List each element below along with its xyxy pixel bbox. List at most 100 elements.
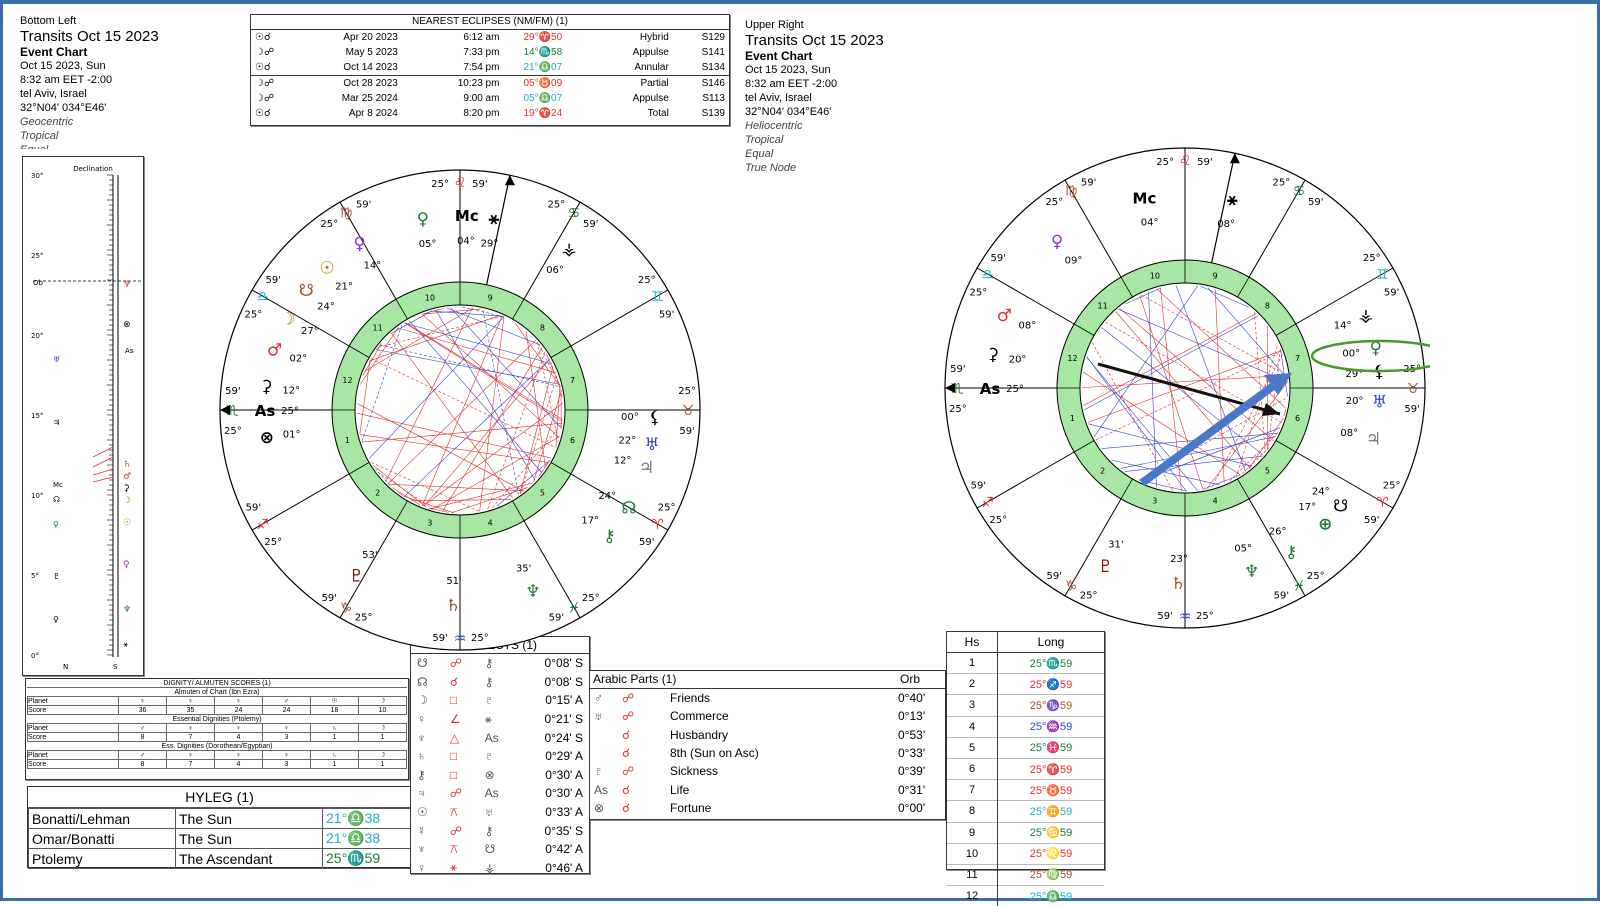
planet-glyph[interactable]: ☋ <box>1333 496 1348 516</box>
planet-glyph[interactable]: ⚶ <box>1359 306 1373 326</box>
eclipse-row[interactable]: ☉☌ Oct 14 2023 7:54 pm 21°♎07 Annular S1… <box>251 60 729 76</box>
aspect-row[interactable]: ♃ ☍ As 0°30' A <box>411 784 589 803</box>
arabic-parts-panel[interactable]: Arabic Parts (1) Orb ♂ ☍ Friends 0°40'♅ … <box>589 670 946 820</box>
right-chart-wheel[interactable]: 125°♏59'225°♐59'325°♑59'425°♒59'525°♓59'… <box>940 143 1430 633</box>
planet-glyph[interactable]: ♀ <box>353 234 365 254</box>
hyleg-row[interactable]: Bonatti/Lehman The Sun 21°♎38 <box>29 809 411 829</box>
arabic-planet: ♂ <box>590 689 618 707</box>
aspect-row[interactable]: ♄ □ ♇ 0°29' A <box>411 747 589 766</box>
house-row[interactable]: 1 25°♏59 <box>947 653 1104 674</box>
eclipse-row[interactable]: ☉☌ Apr 8 2024 8:20 pm 19°♈24 Total S139 <box>251 106 729 121</box>
planet-glyph[interactable]: ♄ <box>1171 574 1186 594</box>
arabic-name: 8th (Sun on Asc) <box>666 744 894 762</box>
house-row[interactable]: 5 25°♓59 <box>947 737 1104 758</box>
house-row[interactable]: 2 25°♐59 <box>947 674 1104 695</box>
planet-glyph[interactable]: ⚳ <box>987 345 999 365</box>
planet-glyph[interactable]: ☊ <box>621 499 636 519</box>
planet-glyph[interactable]: ♆ <box>1244 562 1259 582</box>
houses-panel[interactable]: Hs Long 1 25°♏592 25°♐593 25°♑594 25°♒59… <box>946 631 1105 870</box>
planet-glyph[interactable]: ♆ <box>525 582 540 602</box>
house-row[interactable]: 4 25°♒59 <box>947 716 1104 737</box>
house-row[interactable]: 8 25°♊59 <box>947 801 1104 822</box>
planet-glyph[interactable]: ⚹ <box>489 209 500 229</box>
planet-glyph[interactable]: ♀ <box>1051 232 1063 252</box>
dignity-cell: 7 <box>167 733 215 742</box>
arabic-row[interactable]: ⊗ ☌ Fortune 0°00' <box>590 799 945 817</box>
eclipse-row[interactable]: ☉☌ Apr 20 2023 6:12 am 29°♈50 Hybrid S12… <box>251 30 729 45</box>
hyleg-row[interactable]: Ptolemy The Ascendant 25°♏59 <box>29 849 411 869</box>
eclipse-sym: ☽☍ <box>251 76 283 92</box>
planet-glyph[interactable]: ♃ <box>1366 429 1381 449</box>
hyleg-panel[interactable]: HYLEG (1) Bonatti/Lehman The Sun 21°♎38O… <box>27 786 412 868</box>
planet-glyph[interactable]: ⚶ <box>562 239 576 259</box>
eclipse-row[interactable]: ☽☍ May 5 2023 7:33 pm 14°♏58 Appulse S14… <box>251 45 729 60</box>
planet-glyph[interactable]: As <box>255 402 276 420</box>
aspect-row[interactable]: ☋ ☍ ⚷ 0°08' S <box>411 654 589 673</box>
planet-glyph[interactable]: ⚹ <box>1227 190 1238 210</box>
cusp-minute: 59' <box>225 386 240 397</box>
planet-glyph[interactable]: ⚳ <box>260 377 272 397</box>
planet-glyph[interactable]: ⚸ <box>649 408 661 428</box>
eclipse-row[interactable]: ☽☍ Oct 28 2023 10:23 pm 05°♉09 Partial S… <box>251 76 729 92</box>
dignity-panel[interactable]: DIGNITY/ ALMUTEN SCORES (1) Almuten of C… <box>25 678 409 780</box>
declination-panel[interactable]: Declination 30°25°20°15°10°5°0° Ob As Mc… <box>22 156 144 676</box>
hyleg-point: The Sun <box>176 829 323 849</box>
dignity-cell: 18 <box>311 706 359 715</box>
planet-glyph[interactable]: ♂ <box>267 341 282 361</box>
arabic-row[interactable]: ♇ ☍ Sickness 0°39' <box>590 762 945 780</box>
eclipse-saros: S146 <box>673 76 729 92</box>
aspect-row[interactable]: ☉ ⚻ ♅ 0°33' A <box>411 803 589 822</box>
aspect-row[interactable]: ☊ ☌ ⚷ 0°08' S <box>411 673 589 692</box>
arabic-row[interactable]: ♅ ☍ Commerce 0°13' <box>590 707 945 725</box>
aspect-row[interactable]: ♆ △ As 0°24' S <box>411 728 589 747</box>
arabic-planet: As <box>590 780 618 798</box>
planet-glyph[interactable]: ♅ <box>1372 393 1387 413</box>
aspect-row[interactable]: ♆ ⚻ ☋ 0°42' A <box>411 840 589 859</box>
aspect-row[interactable]: ♀ ∠ ⚹ 0°21' S <box>411 710 589 729</box>
arabic-row[interactable]: ☌ 8th (Sun on Asc) 0°33' <box>590 744 945 762</box>
planet-glyph[interactable]: ♃ <box>639 458 654 478</box>
hyleg-method: Omar/Bonatti <box>29 829 176 849</box>
planet-glyph[interactable]: As <box>980 380 1001 398</box>
eclipse-row[interactable]: ☽☍ Mar 25 2024 9:00 am 05°♎07 Appulse S1… <box>251 91 729 106</box>
planet-glyph[interactable]: ☋ <box>299 281 314 301</box>
planet-glyph[interactable]: ⊕ <box>1318 514 1332 534</box>
arabic-row[interactable]: As ☌ Life 0°31' <box>590 780 945 798</box>
planet-glyph[interactable]: ♄ <box>446 596 461 616</box>
aspect-planet2: ☋ <box>479 840 517 859</box>
eclipses-title: NEAREST ECLIPSES (NM/FM) (1) <box>251 15 729 30</box>
planet-glyph[interactable]: ♀ <box>417 210 429 230</box>
planet-glyph[interactable]: Mc <box>1133 189 1157 207</box>
house-row[interactable]: 11 25°♍59 <box>947 864 1104 885</box>
planet-glyph[interactable]: ⚷ <box>1285 543 1297 563</box>
planet-glyph[interactable]: ⚷ <box>603 526 615 546</box>
planet-glyph[interactable]: Mc <box>455 207 479 225</box>
dignity-cell: 36 <box>119 706 167 715</box>
aspect-row[interactable]: ♀ ⚹ ⚶ 0°46' A <box>411 859 589 878</box>
house-row[interactable]: 6 25°♈59 <box>947 758 1104 779</box>
eclipses-panel[interactable]: NEAREST ECLIPSES (NM/FM) (1) ☉☌ Apr 20 2… <box>250 14 730 126</box>
axis-n: N <box>63 663 68 671</box>
house-row[interactable]: 12 25°♎59 <box>947 886 1104 906</box>
house-row[interactable]: 3 25°♑59 <box>947 695 1104 716</box>
aspect-row[interactable]: ☿ ☍ ⚷ 0°35' S <box>411 821 589 840</box>
house-row[interactable]: 9 25°♋59 <box>947 822 1104 843</box>
planet-glyph[interactable]: ☽ <box>280 309 295 329</box>
aspect-row[interactable]: ☽ □ ♇ 0°15' A <box>411 691 589 710</box>
planet-glyph[interactable]: ♇ <box>349 566 364 586</box>
aspects-panel[interactable]: ASPECTS (1) ☋ ☍ ⚷ 0°08' S☊ ☌ ⚷ 0°08' S☽ … <box>410 636 590 874</box>
dignity-cell: ♀ <box>263 751 311 760</box>
planet-glyph[interactable]: ♇ <box>1098 557 1113 577</box>
planet-glyph[interactable]: ♅ <box>644 435 659 455</box>
arabic-row[interactable]: ♂ ☍ Friends 0°40' <box>590 689 945 707</box>
left-chart-wheel[interactable]: 125°♏59'225°♐59'325°♑59'425°♒59'525°♓59'… <box>215 165 705 655</box>
planet-glyph[interactable]: ☉ <box>319 258 334 278</box>
planet-glyph[interactable]: ♂ <box>997 306 1012 326</box>
cusp-minute: 59' <box>583 219 598 230</box>
aspect-row[interactable]: ⚷ □ ⊗ 0°30' A <box>411 766 589 785</box>
house-row[interactable]: 10 25°♌59 <box>947 843 1104 864</box>
house-row[interactable]: 7 25°♉59 <box>947 780 1104 801</box>
arabic-row[interactable]: ☌ Husbandry 0°53' <box>590 726 945 744</box>
planet-glyph[interactable]: ⊗ <box>260 428 274 448</box>
hyleg-row[interactable]: Omar/Bonatti The Sun 21°♎38 <box>29 829 411 849</box>
